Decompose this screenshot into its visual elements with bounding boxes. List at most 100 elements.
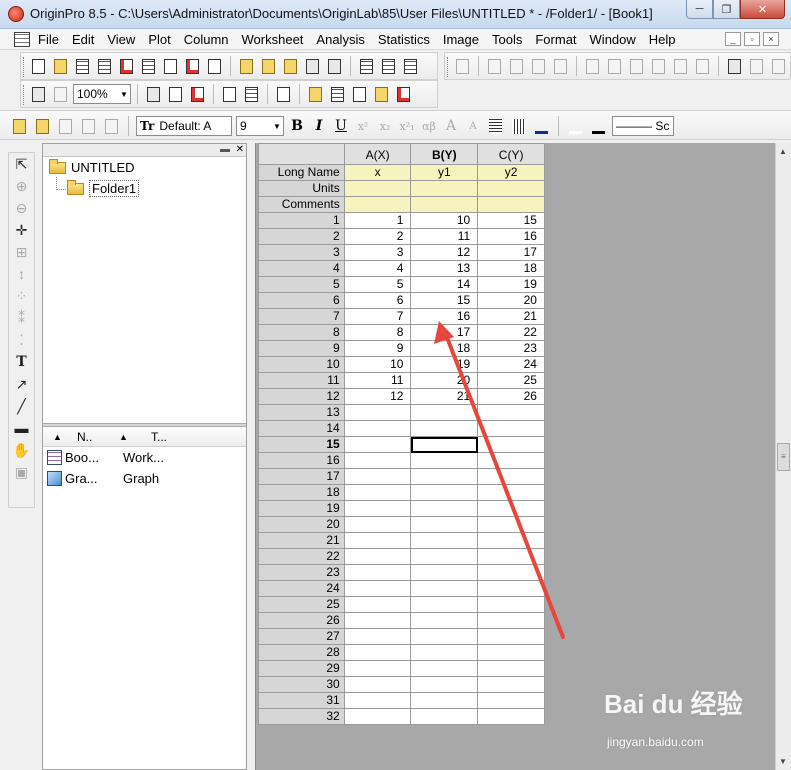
corner-cell[interactable] <box>258 143 345 165</box>
zoom-select[interactable]: 100% ▼ <box>73 84 131 104</box>
new-function-icon[interactable] <box>161 57 180 76</box>
row-number[interactable]: 4 <box>258 261 345 277</box>
open-icon[interactable] <box>237 57 256 76</box>
mdi-close-button[interactable]: × <box>763 32 779 46</box>
new-workbook-icon[interactable] <box>73 57 92 76</box>
row-number[interactable]: 8 <box>258 325 345 341</box>
table-cell[interactable]: 13 <box>411 261 479 277</box>
project-explorer-icon[interactable] <box>274 85 293 104</box>
table-cell[interactable]: 15 <box>478 213 545 229</box>
table-cell[interactable]: 10 <box>411 213 479 229</box>
equation-tool-icon[interactable]: ▣ <box>9 461 34 483</box>
table-cell[interactable] <box>344 565 412 581</box>
table-cell[interactable] <box>344 453 412 469</box>
table-cell[interactable]: 17 <box>411 325 479 341</box>
refresh-icon[interactable] <box>166 85 185 104</box>
table-cell[interactable] <box>478 485 545 501</box>
table-cell[interactable] <box>344 549 412 565</box>
decrease-font-button[interactable]: A <box>464 121 482 132</box>
list-item[interactable]: Boo... Work... <box>43 447 246 468</box>
column-type-header[interactable]: T... <box>151 430 167 444</box>
row-number[interactable]: 25 <box>258 597 345 613</box>
label-cell[interactable] <box>411 197 479 213</box>
notes-icon[interactable] <box>350 85 369 104</box>
row-number[interactable]: 2 <box>258 229 345 245</box>
table-cell[interactable] <box>344 581 412 597</box>
row-number[interactable]: 29 <box>258 661 345 677</box>
table-cell[interactable] <box>411 549 479 565</box>
table-cell[interactable] <box>344 485 412 501</box>
menu-item[interactable]: Format <box>535 32 576 47</box>
table-cell[interactable]: 1 <box>344 213 412 229</box>
add-inset-data-icon[interactable] <box>671 57 690 76</box>
vertical-scrollbar[interactable]: ▲ ≡ ▼ <box>775 143 791 770</box>
menu-item[interactable]: Edit <box>72 32 94 47</box>
table-cell[interactable]: 3 <box>344 245 412 261</box>
menu-item[interactable]: File <box>38 32 59 47</box>
table-cell[interactable] <box>411 661 479 677</box>
table-cell[interactable] <box>411 517 479 533</box>
mask-icon[interactable] <box>79 117 98 136</box>
open-template-icon[interactable] <box>259 57 278 76</box>
font-size-select[interactable]: 9 ▼ <box>236 116 284 136</box>
table-cell[interactable] <box>344 677 412 693</box>
table-cell[interactable] <box>478 517 545 533</box>
table-cell[interactable] <box>411 469 479 485</box>
table-cell[interactable] <box>478 709 545 725</box>
table-cell[interactable] <box>478 597 545 613</box>
add-inset-icon[interactable] <box>649 57 668 76</box>
table-cell[interactable]: 22 <box>478 325 545 341</box>
zoom-in-icon[interactable]: ⊕ <box>9 175 34 197</box>
superscript-button[interactable]: x² <box>354 120 372 133</box>
add-layer-icon[interactable] <box>485 57 504 76</box>
table-cell[interactable]: 20 <box>411 373 479 389</box>
table-cell[interactable] <box>344 597 412 613</box>
table-cell[interactable]: 15 <box>411 293 479 309</box>
row-label[interactable]: Units <box>258 181 345 197</box>
new-project-icon[interactable] <box>29 57 48 76</box>
table-cell[interactable] <box>411 645 479 661</box>
new-layout-icon[interactable] <box>183 57 202 76</box>
save-project-icon[interactable] <box>303 57 322 76</box>
unmask-icon[interactable] <box>102 117 121 136</box>
underline-button[interactable]: U <box>332 118 350 134</box>
folder-folder1[interactable]: Folder1 <box>67 179 140 197</box>
label-cell[interactable]: x <box>344 165 412 181</box>
table-cell[interactable] <box>344 629 412 645</box>
open-excel-icon[interactable] <box>281 57 300 76</box>
supsub-button[interactable]: x²₁ <box>398 120 416 133</box>
font-select[interactable]: Tr Default: A <box>136 116 232 136</box>
column-header[interactable]: B(Y) <box>411 143 479 165</box>
align-icon[interactable] <box>486 117 505 136</box>
close-button[interactable]: ✕ <box>740 0 785 19</box>
fill-color-icon[interactable] <box>566 117 585 136</box>
table-cell[interactable]: 25 <box>478 373 545 389</box>
rectangle-tool-icon[interactable]: ▬ <box>9 417 34 439</box>
table-cell[interactable] <box>344 645 412 661</box>
row-number[interactable]: 14 <box>258 421 345 437</box>
table-cell[interactable] <box>411 565 479 581</box>
table-cell[interactable] <box>478 565 545 581</box>
add-linked-layer-icon[interactable] <box>693 57 712 76</box>
table-cell[interactable]: 16 <box>411 309 479 325</box>
table-cell[interactable] <box>478 693 545 709</box>
label-cell[interactable]: y2 <box>478 165 545 181</box>
table-cell[interactable] <box>344 421 412 437</box>
line-tool-icon[interactable]: ╱ <box>9 395 34 417</box>
label-cell[interactable] <box>411 181 479 197</box>
command-window-icon[interactable] <box>306 85 325 104</box>
import-wizard-icon[interactable] <box>401 57 420 76</box>
row-number[interactable]: 12 <box>258 389 345 405</box>
menu-item[interactable]: Worksheet <box>242 32 304 47</box>
data-reader-icon[interactable]: ⊞ <box>9 241 34 263</box>
table-cell[interactable]: 24 <box>478 357 545 373</box>
text-tool-icon[interactable]: T <box>9 351 34 373</box>
table-cell[interactable] <box>478 613 545 629</box>
table-cell[interactable] <box>411 597 479 613</box>
data-selector-icon[interactable]: ↕ <box>9 263 34 285</box>
table-cell[interactable]: 14 <box>411 277 479 293</box>
bold-button[interactable]: B <box>288 118 306 134</box>
screen-reader-icon[interactable]: ✛ <box>9 219 34 241</box>
table-cell[interactable]: 11 <box>411 229 479 245</box>
table-cell[interactable] <box>411 677 479 693</box>
